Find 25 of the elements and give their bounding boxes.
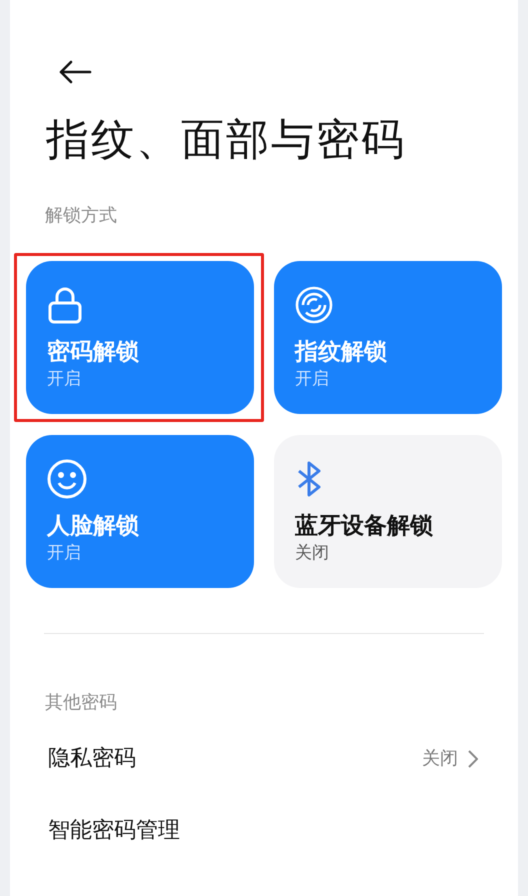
card-status: 开启 [295, 368, 329, 391]
card-title: 蓝牙设备解锁 [295, 512, 433, 541]
unlock-card[interactable]: 蓝牙设备解锁 关闭 [274, 435, 502, 588]
unlock-card[interactable]: 指纹解锁 开启 [274, 261, 502, 414]
chevron-right-icon [468, 750, 478, 768]
row-value: 关闭 [422, 747, 458, 771]
lock-icon [47, 286, 83, 324]
fingerprint-icon [295, 286, 333, 324]
settings-row[interactable]: 隐私密码 关闭 [26, 745, 502, 773]
settings-row[interactable]: 智能密码管理 [26, 817, 502, 845]
page-title: 指纹、面部与密码 [45, 114, 406, 167]
card-status: 开启 [47, 542, 81, 565]
back-arrow-icon[interactable] [58, 60, 92, 84]
section-label: 其他密码 [44, 691, 117, 715]
unlock-card[interactable]: 密码解锁 开启 [26, 261, 254, 414]
card-title: 人脸解锁 [47, 512, 139, 541]
unlock-card[interactable]: 人脸解锁 开启 [26, 435, 254, 588]
smiley-icon [47, 459, 87, 499]
card-title: 指纹解锁 [295, 338, 387, 367]
card-title: 密码解锁 [47, 338, 139, 367]
card-status: 开启 [47, 368, 81, 391]
row-label: 智能密码管理 [48, 817, 180, 845]
row-label: 隐私密码 [48, 745, 136, 773]
card-status: 关闭 [295, 542, 329, 565]
section-label: 解锁方式 [44, 204, 117, 228]
